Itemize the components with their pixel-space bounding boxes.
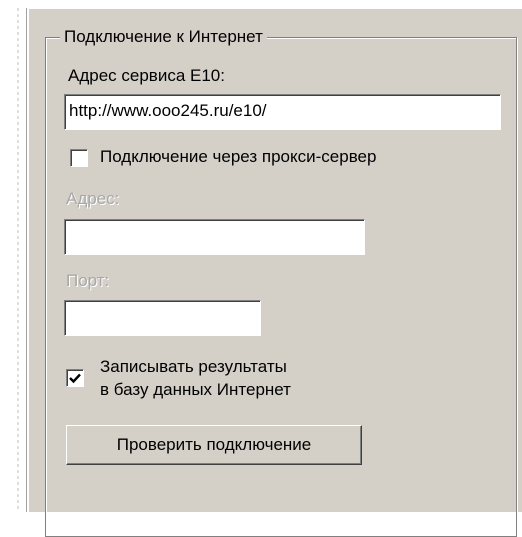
groupbox-title: Подключение к Интернет (60, 27, 267, 47)
proxy-checkbox[interactable] (70, 149, 88, 167)
window-edge-marker (17, 8, 19, 512)
checkmark-icon (69, 373, 81, 384)
check-connection-button[interactable]: Проверить подключение (66, 425, 362, 465)
save-results-label-line1[interactable]: Записывать результаты (100, 357, 287, 377)
save-results-checkbox[interactable] (66, 369, 84, 387)
proxy-address-label: Адрес: (66, 189, 120, 208)
service-address-input[interactable]: http://www.ooo245.ru/e10/ (64, 94, 501, 130)
panel-left-border (26, 8, 27, 512)
proxy-checkbox-label[interactable]: Подключение через прокси-сервер (100, 147, 376, 167)
service-address-label: Адрес сервиса E10: (68, 66, 225, 85)
proxy-port-label: Порт: (66, 271, 110, 290)
proxy-port-input[interactable] (64, 300, 261, 336)
proxy-address-input[interactable] (64, 219, 365, 255)
save-results-label-line2[interactable]: в базу данных Интернет (100, 380, 291, 400)
